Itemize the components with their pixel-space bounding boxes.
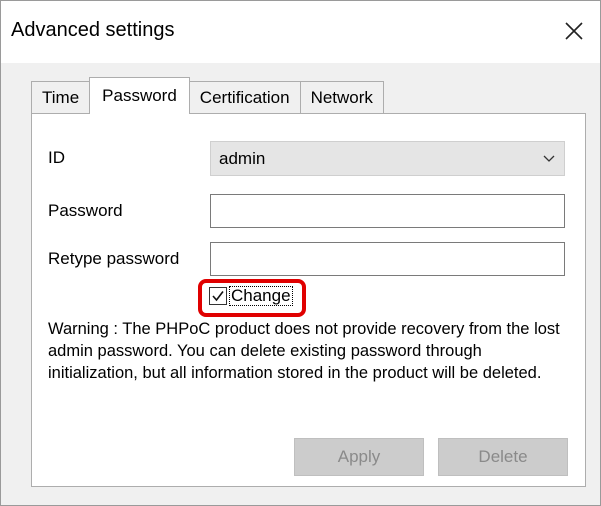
change-checkbox[interactable]: Change xyxy=(209,286,293,306)
apply-button[interactable]: Apply xyxy=(294,438,424,476)
close-button[interactable] xyxy=(554,11,594,51)
retype-password-label: Retype password xyxy=(48,249,180,268)
password-field[interactable] xyxy=(210,194,565,228)
window-title: Advanced settings xyxy=(11,19,175,41)
retype-password-field[interactable] xyxy=(210,242,565,276)
title-bar: Advanced settings xyxy=(1,1,600,63)
id-label: ID xyxy=(48,148,65,167)
id-select[interactable]: admin xyxy=(210,141,565,176)
password-label: Password xyxy=(48,201,123,220)
warning-text: Warning : The PHPoC product does not pro… xyxy=(48,320,560,382)
id-value: admin xyxy=(219,148,266,168)
password-panel: ID admin Password Retype password Change… xyxy=(31,113,586,487)
tab-network[interactable]: Network xyxy=(299,81,384,114)
checkmark-icon xyxy=(212,291,224,302)
chevron-down-icon xyxy=(543,155,555,162)
tab-time[interactable]: Time xyxy=(31,81,91,114)
tab-password[interactable]: Password xyxy=(89,77,190,114)
change-label: Change xyxy=(229,286,293,306)
tab-certification[interactable]: Certification xyxy=(188,81,301,114)
close-icon xyxy=(565,22,583,40)
tab-strip: Time Password Certification Network xyxy=(31,77,384,114)
checkbox-box[interactable] xyxy=(209,287,227,305)
delete-button[interactable]: Delete xyxy=(438,438,568,476)
advanced-settings-dialog: Advanced settings Time Password Certific… xyxy=(0,0,601,506)
